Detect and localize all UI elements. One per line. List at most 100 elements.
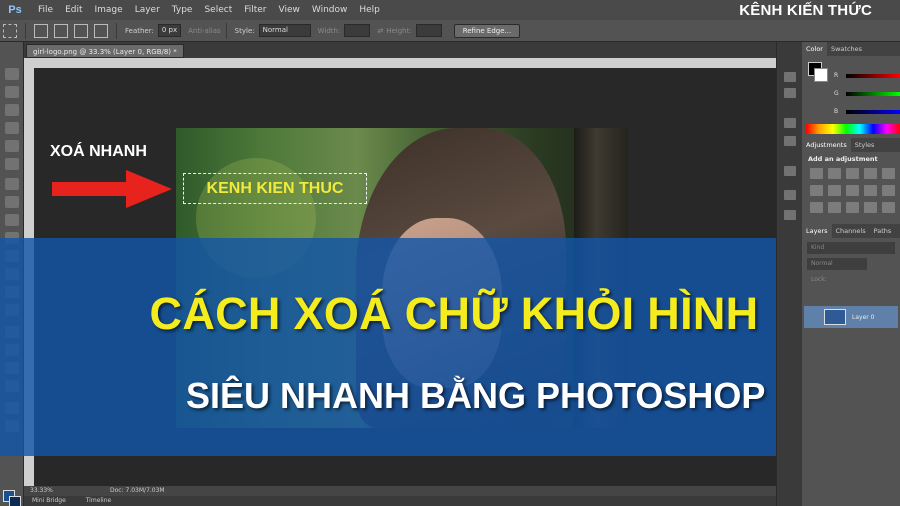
menu-edit[interactable]: Edit bbox=[59, 0, 88, 20]
lock-label: Lock: bbox=[811, 276, 827, 283]
width-label: Width: bbox=[317, 26, 341, 35]
banner-title-line2: SIÊU NHANH BẰNG PHOTOSHOP bbox=[186, 375, 766, 416]
layer-thumbnail bbox=[824, 309, 846, 325]
layers-panel-tabs: Layers Channels Paths bbox=[802, 224, 900, 238]
layer-name: Layer 0 bbox=[852, 313, 875, 321]
blue-slider[interactable] bbox=[846, 110, 900, 114]
selective-color-icon[interactable] bbox=[882, 202, 895, 213]
channel-mixer-icon[interactable] bbox=[882, 185, 895, 196]
menu-file[interactable]: File bbox=[32, 0, 59, 20]
menu-layer[interactable]: Layer bbox=[129, 0, 166, 20]
zoom-level[interactable]: 33.33% bbox=[30, 486, 53, 496]
tab-styles[interactable]: Styles bbox=[851, 141, 879, 149]
adjustment-title: Add an adjustment bbox=[808, 155, 878, 163]
tab-paths[interactable]: Paths bbox=[870, 227, 896, 235]
blend-mode-select[interactable]: Normal bbox=[807, 258, 867, 270]
lasso-tool-icon[interactable] bbox=[5, 104, 19, 116]
photo-filter-icon[interactable] bbox=[864, 185, 877, 196]
color-spectrum[interactable] bbox=[806, 124, 900, 134]
layer-row[interactable]: Layer 0 bbox=[804, 306, 898, 328]
channel-g-label: G bbox=[834, 90, 839, 97]
menu-bar: Ps File Edit Image Layer Type Select Fil… bbox=[0, 0, 900, 20]
menu-filter[interactable]: Filter bbox=[238, 0, 272, 20]
height-label: Height: bbox=[386, 26, 412, 35]
document-tab[interactable]: girl-logo.png @ 33.3% (Layer 0, RGB/8) * bbox=[26, 44, 184, 58]
move-tool-icon[interactable] bbox=[5, 68, 19, 80]
style-select[interactable]: Normal bbox=[258, 24, 311, 37]
play-icon[interactable] bbox=[784, 88, 796, 98]
new-selection-icon[interactable] bbox=[34, 23, 48, 38]
swap-icon[interactable]: ⇄ bbox=[377, 27, 383, 35]
tab-adjustments[interactable]: Adjustments bbox=[802, 138, 851, 152]
curves-icon[interactable] bbox=[846, 168, 859, 179]
layer-kind-filter[interactable]: Kind bbox=[807, 242, 895, 254]
paragraph-icon[interactable] bbox=[784, 210, 796, 220]
add-selection-icon[interactable] bbox=[54, 23, 68, 38]
right-panels: Color Swatches R G B Adjustments Styles … bbox=[802, 42, 900, 506]
menu-view[interactable]: View bbox=[273, 0, 306, 20]
character-icon[interactable] bbox=[784, 190, 796, 200]
status-bar: 33.33% Doc: 7.03M/7.03M bbox=[24, 486, 776, 496]
brush-presets-icon[interactable] bbox=[784, 166, 796, 176]
color-balance-icon[interactable] bbox=[828, 185, 841, 196]
banner-title-line1: CÁCH XOÁ CHỮ KHỎI HÌNH bbox=[149, 288, 759, 339]
annotation-label: XOÁ NHANH bbox=[50, 143, 147, 160]
photoshop-window: Ps File Edit Image Layer Type Select Fil… bbox=[0, 0, 900, 506]
photoshop-logo: Ps bbox=[8, 4, 22, 16]
brightness-icon[interactable] bbox=[810, 168, 823, 179]
black-white-icon[interactable] bbox=[846, 185, 859, 196]
intersect-selection-icon[interactable] bbox=[94, 23, 108, 38]
posterize-icon[interactable] bbox=[828, 202, 841, 213]
subtract-selection-icon[interactable] bbox=[74, 23, 88, 38]
width-input[interactable] bbox=[344, 24, 371, 37]
green-slider[interactable] bbox=[846, 92, 900, 96]
crop-tool-icon[interactable] bbox=[5, 140, 19, 152]
eyedropper-tool-icon[interactable] bbox=[5, 158, 19, 170]
tab-swatches[interactable]: Swatches bbox=[827, 45, 866, 53]
background-color-swatch[interactable] bbox=[9, 496, 21, 506]
menu-help[interactable]: Help bbox=[353, 0, 386, 20]
feather-input[interactable]: 0 px bbox=[157, 24, 182, 37]
refine-edge-button[interactable]: Refine Edge... bbox=[453, 23, 521, 38]
layers-panel: Layers Channels Paths Kind Normal Lock: … bbox=[802, 224, 900, 506]
bottom-panel-tabs: Mini Bridge Timeline bbox=[24, 496, 776, 506]
levels-icon[interactable] bbox=[828, 168, 841, 179]
menu-window[interactable]: Window bbox=[306, 0, 354, 20]
style-label: Style: bbox=[234, 26, 255, 35]
menu-type[interactable]: Type bbox=[166, 0, 199, 20]
channel-r-label: R bbox=[834, 72, 839, 79]
divider bbox=[116, 22, 117, 39]
anti-alias-checkbox[interactable]: Anti-alias bbox=[188, 27, 221, 35]
tab-layers[interactable]: Layers bbox=[802, 224, 832, 238]
selected-watermark-text: KENH KIEN THUC bbox=[206, 179, 344, 197]
properties-icon[interactable] bbox=[784, 118, 796, 128]
divider bbox=[225, 22, 227, 39]
invert-icon[interactable] bbox=[810, 202, 823, 213]
tab-mini-bridge[interactable]: Mini Bridge bbox=[32, 497, 66, 504]
red-arrow-icon bbox=[52, 170, 172, 208]
text-selection-marquee[interactable]: KENH KIEN THUC bbox=[183, 173, 367, 204]
tab-timeline[interactable]: Timeline bbox=[86, 497, 112, 504]
threshold-icon[interactable] bbox=[846, 202, 859, 213]
brush-tool-icon[interactable] bbox=[5, 196, 19, 208]
divider bbox=[25, 22, 26, 39]
vibrance-icon[interactable] bbox=[882, 168, 895, 179]
menu-image[interactable]: Image bbox=[89, 0, 129, 20]
marquee-tool-icon[interactable] bbox=[5, 86, 19, 98]
history-icon[interactable] bbox=[784, 72, 796, 82]
tab-color[interactable]: Color bbox=[802, 42, 827, 56]
magic-wand-tool-icon[interactable] bbox=[5, 122, 19, 134]
color-bg-swatch[interactable] bbox=[814, 68, 828, 82]
healing-brush-icon[interactable] bbox=[5, 178, 19, 190]
info-icon[interactable] bbox=[784, 136, 796, 146]
exposure-icon[interactable] bbox=[864, 168, 877, 179]
hue-saturation-icon[interactable] bbox=[810, 185, 823, 196]
height-input[interactable] bbox=[415, 24, 442, 37]
options-bar: Feather: 0 px Anti-alias Style: Normal W… bbox=[0, 20, 900, 42]
menu-select[interactable]: Select bbox=[198, 0, 238, 20]
gradient-map-icon[interactable] bbox=[864, 202, 877, 213]
clone-stamp-icon[interactable] bbox=[5, 214, 19, 226]
tab-channels[interactable]: Channels bbox=[832, 227, 870, 235]
red-slider[interactable] bbox=[846, 74, 900, 78]
marquee-tool-icon[interactable] bbox=[3, 23, 17, 38]
